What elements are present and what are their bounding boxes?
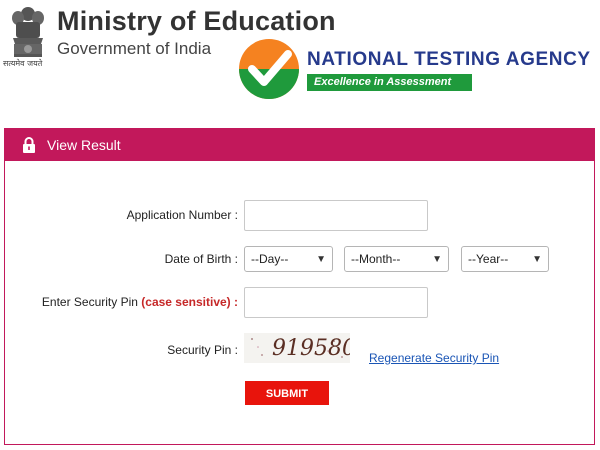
- nta-name: NATIONAL TESTING AGENCY: [307, 49, 591, 70]
- captcha-text: 919580: [272, 336, 350, 361]
- security-pin-label: Security Pin :: [167, 343, 238, 357]
- panel-header: View Result: [5, 129, 594, 161]
- lock-icon: [23, 137, 35, 153]
- chevron-down-icon: ▼: [532, 253, 542, 265]
- dob-day-select[interactable]: --Day-- ▼: [244, 246, 333, 272]
- security-pin-entry-label-text: Enter Security Pin: [41, 295, 138, 309]
- dob-month-value: --Month--: [351, 252, 401, 266]
- panel-title: View Result: [47, 137, 121, 153]
- dob-label: Date of Birth :: [164, 252, 238, 266]
- captcha-image: 919580: [244, 333, 350, 363]
- nta-checkmark-logo-icon: [239, 39, 299, 99]
- dob-year-select[interactable]: --Year-- ▼: [461, 246, 549, 272]
- security-pin-entry-label: Enter Security Pin (case sensitive) :: [20, 295, 238, 309]
- nta-tagline: Excellence in Assessment: [307, 74, 472, 91]
- submit-button[interactable]: SUBMIT: [245, 381, 329, 405]
- security-pin-input[interactable]: [244, 287, 428, 318]
- ministry-title: Ministry of Education: [57, 6, 336, 36]
- chevron-down-icon: ▼: [316, 253, 326, 265]
- emblem-motto: सत्यमेव जयते: [3, 59, 43, 68]
- chevron-down-icon: ▼: [432, 253, 442, 265]
- dob-year-value: --Year--: [468, 252, 509, 266]
- ministry-subtitle: Government of India: [57, 39, 212, 58]
- case-sensitive-note: (case sensitive) :: [141, 295, 238, 309]
- application-number-label: Application Number :: [126, 208, 238, 222]
- dob-month-select[interactable]: --Month-- ▼: [344, 246, 449, 272]
- regenerate-security-pin-link[interactable]: Regenerate Security Pin: [369, 351, 499, 365]
- dob-day-value: --Day--: [251, 252, 289, 266]
- application-number-input[interactable]: [244, 200, 428, 231]
